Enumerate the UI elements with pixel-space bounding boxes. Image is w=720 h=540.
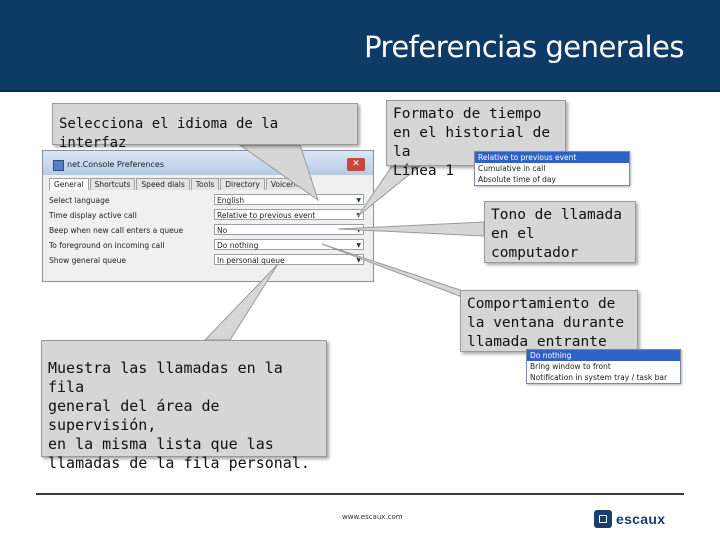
- chevron-down-icon: ▼: [356, 257, 361, 264]
- setting-label: Beep when new call enters a queue: [49, 226, 184, 235]
- setting-beep: Beep when new call enters a queue No ▼: [49, 223, 365, 238]
- escaux-logo: escaux: [594, 508, 665, 530]
- slide-header: Preferencias generales: [0, 0, 720, 92]
- chevron-down-icon: ▼: [356, 212, 361, 219]
- setting-label: To foreground on incoming call: [49, 241, 165, 250]
- preferences-dialog-screenshot: net.Console Preferences ✕ General Shortc…: [42, 150, 374, 282]
- setting-label: Show general queue: [49, 256, 127, 265]
- select-value: No: [217, 226, 228, 235]
- close-button[interactable]: ✕: [347, 158, 365, 171]
- beep-select[interactable]: No ▼: [214, 224, 364, 235]
- logo-mark-icon: [594, 510, 612, 528]
- tab-shortcuts[interactable]: Shortcuts: [89, 178, 136, 190]
- chevron-down-icon: ▼: [356, 197, 361, 204]
- dropdown-option[interactable]: Bring window to front: [527, 361, 680, 372]
- footer-url: www.escaux.com: [342, 513, 403, 521]
- dropdown-option[interactable]: Absolute time of day: [475, 174, 629, 185]
- dialog-title: net.Console Preferences: [67, 160, 165, 169]
- chevron-down-icon: ▼: [356, 227, 361, 234]
- tab-speed-dials[interactable]: Speed dials: [136, 178, 190, 190]
- dropdown-option[interactable]: Do nothing: [527, 350, 680, 361]
- chevron-down-icon: ▼: [356, 242, 361, 249]
- setting-language: Select language English ▼: [49, 193, 365, 208]
- general-queue-select[interactable]: In personal queue ▼: [214, 254, 364, 265]
- foreground-dropdown-list: Do nothing Bring window to front Notific…: [526, 349, 681, 384]
- time-display-dropdown-list: Relative to previous event Cumulative in…: [474, 151, 630, 186]
- callout-language: Selecciona el idioma de la interfaz: [52, 103, 358, 151]
- callout-ring-tone: Tono de llamada en el computador: [484, 201, 636, 263]
- setting-foreground: To foreground on incoming call Do nothin…: [49, 238, 365, 253]
- tab-tools[interactable]: Tools: [190, 178, 220, 190]
- select-value: Do nothing: [217, 241, 259, 250]
- slide-title: Preferencias generales: [364, 30, 684, 64]
- time-display-select[interactable]: Relative to previous event ▼: [214, 209, 364, 220]
- language-select[interactable]: English ▼: [214, 194, 364, 205]
- callout-general-queue: Muestra las llamadas en la fila general …: [41, 340, 327, 472]
- callout-window-behavior: Comportamiento de la ventana durante lla…: [460, 290, 638, 352]
- foreground-select[interactable]: Do nothing ▼: [214, 239, 364, 250]
- select-value: Relative to previous event: [217, 211, 316, 220]
- app-icon: [53, 160, 64, 171]
- tab-directory[interactable]: Directory: [220, 178, 265, 190]
- setting-general-queue: Show general queue In personal queue ▼: [49, 253, 365, 268]
- setting-time-display: Time display active call Relative to pre…: [49, 208, 365, 223]
- logo-text: escaux: [616, 511, 666, 527]
- dialog-titlebar: net.Console Preferences ✕: [43, 151, 373, 175]
- select-value: In personal queue: [217, 256, 285, 265]
- tab-voicemail[interactable]: Voicemail: [265, 178, 312, 190]
- select-value: English: [217, 196, 245, 205]
- dropdown-option[interactable]: Relative to previous event: [475, 152, 629, 163]
- setting-label: Time display active call: [49, 211, 137, 220]
- footer-divider: [36, 493, 684, 495]
- dropdown-option[interactable]: Notification in system tray / task bar: [527, 372, 680, 383]
- settings-rows: Select language English ▼ Time display ac…: [49, 193, 365, 268]
- dialog-tabs: General Shortcuts Speed dials Tools Dire…: [49, 178, 313, 190]
- setting-label: Select language: [49, 196, 110, 205]
- tab-general[interactable]: General: [49, 178, 89, 190]
- dropdown-option[interactable]: Cumulative in call: [475, 163, 629, 174]
